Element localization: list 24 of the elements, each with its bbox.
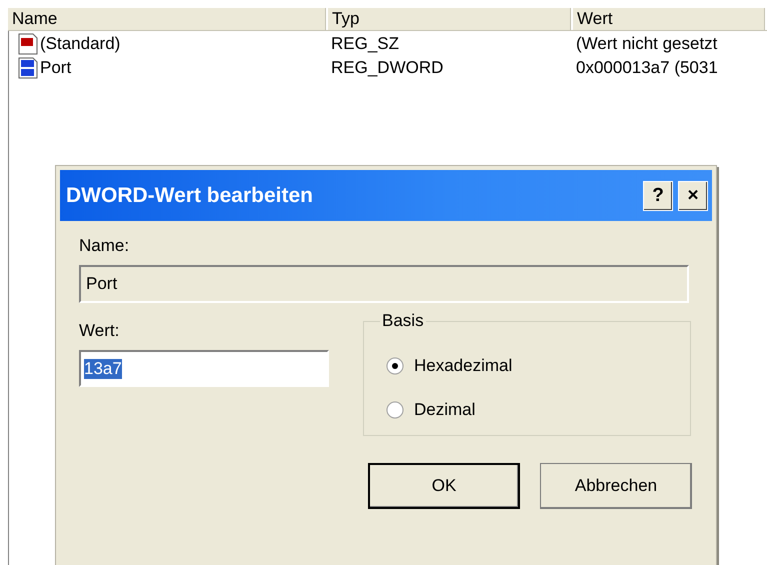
value-type: REG_DWORD — [331, 58, 444, 76]
value-type: REG_SZ — [331, 34, 400, 52]
column-header[interactable]: Typ — [328, 8, 573, 30]
radio-button[interactable] — [386, 357, 404, 375]
name-label: Name: — [79, 236, 130, 256]
radio-label[interactable]: Dezimal — [414, 400, 476, 420]
value-field[interactable]: 13a7 — [79, 350, 329, 387]
value-name: Port — [40, 58, 72, 78]
help-button[interactable]: ? — [643, 180, 673, 210]
close-button[interactable]: × — [678, 180, 708, 210]
radio-button[interactable] — [386, 401, 404, 419]
name-field[interactable]: Port — [79, 265, 689, 303]
value-data: 0x000013a7 (5031 — [576, 58, 718, 76]
column-header[interactable]: Name — [8, 8, 328, 30]
value-data: (Wert nicht gesetzt — [576, 34, 718, 52]
text-value-icon — [17, 32, 39, 54]
dialog-title: DWORD-Wert bearbeiten — [66, 184, 314, 208]
binary-value-icon — [17, 56, 39, 78]
radio-label[interactable]: Hexadezimal — [414, 356, 512, 376]
value-label: Wert: — [79, 321, 120, 341]
value-name: (Standard) — [40, 34, 120, 54]
cancel-button[interactable]: Abbrechen — [540, 463, 692, 509]
ok-button[interactable]: OK — [368, 463, 520, 509]
column-header[interactable]: Wert — [573, 8, 767, 30]
